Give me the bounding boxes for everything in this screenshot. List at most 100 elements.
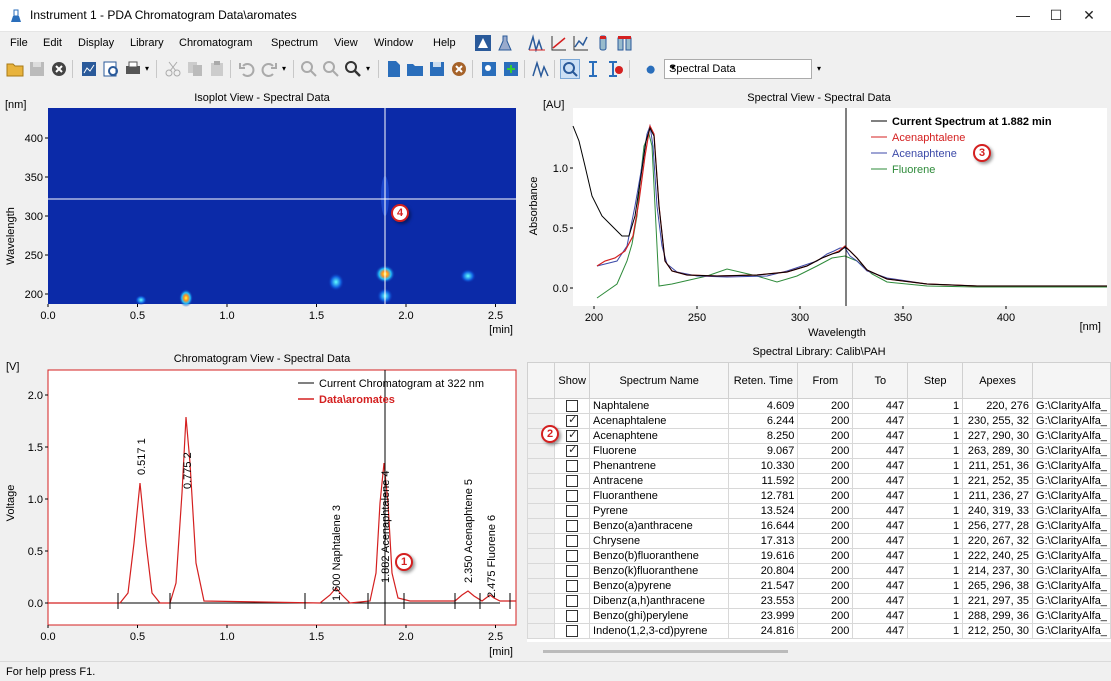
menu-spectrum[interactable]: Spectrum (271, 37, 318, 49)
menu-edit[interactable]: Edit (43, 37, 62, 49)
show-checkbox[interactable] (566, 505, 579, 518)
baseline-chart-icon[interactable] (572, 34, 590, 52)
zoom-dropdown-icon[interactable]: ▾ (366, 64, 370, 73)
calibration-chart-icon[interactable] (550, 34, 568, 52)
paste-icon[interactable] (208, 60, 226, 78)
vial-icon[interactable] (594, 34, 612, 52)
table-row[interactable]: Benzo(a)pyrene 21.547 200 447 1 265, 296, 38 G… (527, 578, 1111, 594)
add-spectrum-icon[interactable] (502, 60, 520, 78)
menu-window[interactable]: Window (374, 37, 413, 49)
row-header[interactable] (527, 488, 556, 504)
copy-icon[interactable] (186, 60, 204, 78)
chevron-down-icon[interactable]: ▼ (669, 63, 808, 72)
cancel-icon[interactable] (450, 60, 468, 78)
horizontal-scrollbar[interactable] (543, 650, 788, 653)
isoplot-chart[interactable]: [nm] Wavelength [min] 400 350 300 250 200 0.… (0, 86, 524, 339)
open-folder-icon[interactable] (6, 60, 24, 78)
redo-dropdown-icon[interactable]: ▾ (282, 64, 286, 73)
show-checkbox[interactable] (566, 445, 579, 458)
row-header[interactable] (527, 608, 556, 624)
column-header[interactable]: Show (554, 362, 591, 399)
show-checkbox[interactable] (566, 535, 579, 548)
menu-library[interactable]: Library (130, 37, 164, 49)
show-checkbox[interactable] (566, 520, 579, 533)
table-row[interactable]: Benzo(ghi)perylene 23.999 200 447 1 288, 299,… (527, 608, 1111, 624)
table-row[interactable]: Benzo(a)anthracene 16.644 200 447 1 256, 277,… (527, 518, 1111, 534)
row-header[interactable] (527, 518, 556, 534)
show-checkbox[interactable] (566, 610, 579, 623)
table-row[interactable]: Acenaphtalene6.2442004471230, 255, 32G:\… (527, 413, 1111, 429)
column-header[interactable]: To (852, 362, 909, 399)
column-header[interactable] (1032, 362, 1111, 399)
menu-help[interactable]: Help (433, 37, 456, 49)
column-header[interactable]: Reten. Time (728, 362, 799, 399)
cursor-icon[interactable] (584, 60, 602, 78)
chromatogram-chart[interactable]: [V] Voltage [min] 2.0 1.5 1.0 0.5 0.0 0.0 0.5… (0, 343, 524, 659)
table-row[interactable]: Fluoranthene 12.781 200 447 1 211, 236, 27 G:\… (527, 488, 1111, 504)
show-checkbox[interactable] (566, 625, 579, 638)
table-row[interactable]: Indeno(1,2,3-cd)pyrene 24.816 200 447 1 212, … (527, 623, 1111, 639)
row-header[interactable] (527, 623, 556, 639)
table-row[interactable]: Benzo(b)fluoranthene 19.616 200 447 1 222, 24… (527, 548, 1111, 564)
spectrum-zoom-icon[interactable] (560, 59, 580, 79)
close-document-icon[interactable] (50, 60, 68, 78)
column-header[interactable]: Step (907, 362, 964, 399)
show-checkbox[interactable] (566, 580, 579, 593)
row-header[interactable] (527, 533, 556, 549)
table-row[interactable]: Acenaphtene8.2502004471227, 290, 30G:\Cl… (527, 428, 1111, 444)
table-row[interactable]: Dibenz(a,h)anthracene 23.553 200 447 1 221, 2… (527, 593, 1111, 609)
close-button[interactable]: ✕ (1066, 0, 1111, 32)
table-row[interactable]: Naphtalene 4.609 200 447 1 220, 276 G:\Clarity… (527, 398, 1111, 414)
sequence-icon[interactable] (616, 34, 634, 52)
table-row[interactable]: Benzo(k)fluoranthene 20.804 200 447 1 214, 23… (527, 563, 1111, 579)
table-row[interactable]: Phenantrene 10.330 200 447 1 211, 251, 36 G:\C… (527, 458, 1111, 474)
show-checkbox[interactable] (566, 430, 579, 443)
show-checkbox[interactable] (566, 460, 579, 473)
print-preview-icon[interactable] (102, 60, 120, 78)
open-icon[interactable] (406, 60, 424, 78)
show-checkbox[interactable] (566, 565, 579, 578)
show-checkbox[interactable] (566, 400, 579, 413)
library-icon[interactable] (474, 34, 492, 52)
zoom-in-icon[interactable] (300, 60, 318, 78)
save-icon[interactable] (28, 60, 46, 78)
show-checkbox[interactable] (566, 475, 579, 488)
column-header[interactable]: From (797, 362, 854, 399)
menu-file[interactable]: File (10, 37, 28, 49)
print-dropdown-icon[interactable]: ▾ (145, 64, 149, 73)
show-checkbox[interactable] (566, 595, 579, 608)
redo-icon[interactable] (260, 60, 278, 78)
row-header[interactable] (527, 578, 556, 594)
column-header[interactable]: Spectrum Name (589, 362, 730, 399)
undo-icon[interactable] (238, 60, 256, 78)
show-checkbox[interactable] (566, 490, 579, 503)
row-header[interactable] (527, 398, 556, 414)
cut-icon[interactable] (164, 60, 182, 78)
row-header[interactable] (527, 443, 556, 459)
remove-cursor-icon[interactable] (606, 60, 624, 78)
row-header[interactable] (527, 473, 556, 489)
zoom-icon[interactable] (344, 60, 362, 78)
spectral-data-combo[interactable]: Spectral Data ▼ (664, 59, 812, 79)
table-row[interactable]: Fluorene9.0672004471263, 289, 30G:\Clari… (527, 443, 1111, 459)
table-row[interactable]: Pyrene 13.524 200 447 1 240, 319, 33 G:\Clarit… (527, 503, 1111, 519)
table-row[interactable]: Chrysene 17.313 200 447 1 220, 267, 32 G:\Clar… (527, 533, 1111, 549)
wrench-icon[interactable] (637, 60, 655, 78)
print-icon[interactable] (124, 60, 142, 78)
row-header[interactable] (527, 593, 556, 609)
row-header[interactable] (527, 563, 556, 579)
new-document-icon[interactable] (385, 60, 403, 78)
show-checkbox[interactable] (566, 415, 579, 428)
row-header[interactable] (527, 458, 556, 474)
save-blue-icon[interactable] (428, 60, 446, 78)
search-library-icon[interactable] (480, 60, 498, 78)
row-header[interactable] (527, 548, 556, 564)
show-checkbox[interactable] (566, 550, 579, 563)
flask-icon[interactable] (496, 34, 514, 52)
zoom-out-icon[interactable] (322, 60, 340, 78)
menu-chromatogram[interactable]: Chromatogram (179, 37, 252, 49)
report-icon[interactable] (80, 60, 98, 78)
peak-chart-icon[interactable] (528, 34, 546, 52)
spectral-chart[interactable]: [AU] Absorbance Wavelength [nm] 1.0 0.5 0.… (527, 86, 1111, 339)
column-header[interactable]: Apexes (962, 362, 1034, 399)
